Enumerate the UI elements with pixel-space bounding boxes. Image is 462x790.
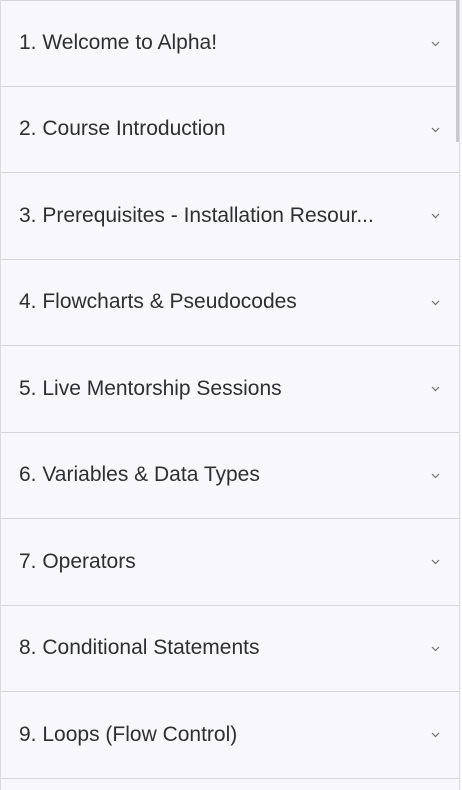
chevron-down-icon — [430, 556, 441, 567]
chevron-down-icon — [430, 38, 441, 49]
section-header-live-mentorship[interactable]: 5. Live Mentorship Sessions — [1, 346, 459, 433]
section-header-welcome[interactable]: 1. Welcome to Alpha! — [1, 0, 459, 87]
section-title: 3. Prerequisites - Installation Resour..… — [19, 203, 374, 227]
section-title: 9. Loops (Flow Control) — [19, 722, 238, 746]
chevron-down-icon — [430, 729, 441, 740]
scrollbar-thumb[interactable] — [456, 0, 459, 142]
section-header-next-partial[interactable] — [1, 778, 459, 790]
chevron-down-icon — [430, 124, 441, 135]
section-title: 8. Conditional Statements — [19, 636, 260, 660]
section-header-loops[interactable]: 9. Loops (Flow Control) — [1, 692, 459, 779]
chevron-down-icon — [430, 470, 441, 481]
chevron-down-icon — [430, 297, 441, 308]
section-header-variables[interactable]: 6. Variables & Data Types — [1, 432, 459, 519]
section-title: 2. Course Introduction — [19, 117, 226, 141]
section-header-prerequisites[interactable]: 3. Prerequisites - Installation Resour..… — [1, 173, 459, 260]
section-title: 5. Live Mentorship Sessions — [19, 376, 282, 400]
course-content-accordion: 1. Welcome to Alpha! 2. Course Introduct… — [0, 0, 460, 790]
section-title: 1. Welcome to Alpha! — [19, 31, 218, 55]
section-title: 6. Variables & Data Types — [19, 463, 260, 487]
chevron-down-icon — [430, 383, 441, 394]
section-title: 7. Operators — [19, 549, 136, 573]
section-title: 4. Flowcharts & Pseudocodes — [19, 290, 297, 314]
chevron-down-icon — [430, 643, 441, 654]
section-header-course-introduction[interactable]: 2. Course Introduction — [1, 86, 459, 173]
section-header-flowcharts[interactable]: 4. Flowcharts & Pseudocodes — [1, 259, 459, 346]
chevron-down-icon — [430, 210, 441, 221]
section-header-conditional-statements[interactable]: 8. Conditional Statements — [1, 605, 459, 692]
section-header-operators[interactable]: 7. Operators — [1, 519, 459, 606]
